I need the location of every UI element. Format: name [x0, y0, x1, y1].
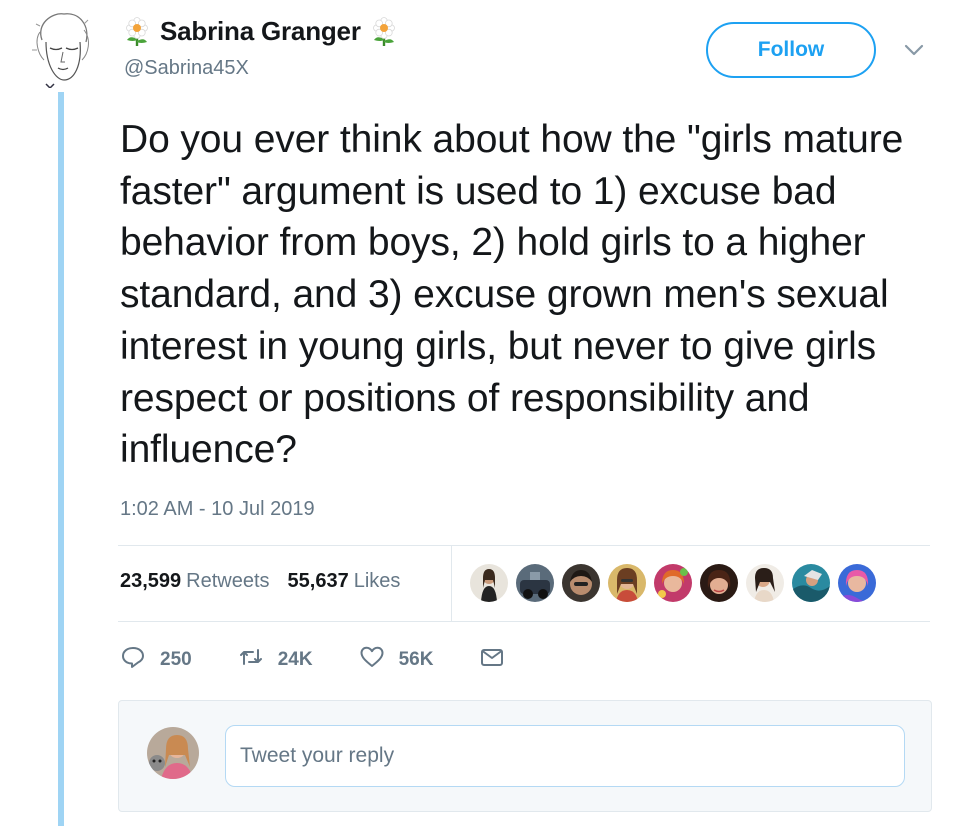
liker-avatar[interactable] — [470, 564, 508, 602]
heart-icon — [359, 644, 385, 675]
thread-line — [58, 92, 64, 826]
like-action[interactable]: 56K — [359, 644, 434, 675]
tweet-actions: 250 24K 56K — [120, 644, 551, 675]
reply-count: 250 — [160, 648, 192, 670]
follow-button[interactable]: Follow — [706, 22, 876, 78]
liker-avatar[interactable] — [654, 564, 692, 602]
display-name[interactable]: Sabrina Granger — [160, 16, 361, 47]
retweet-action[interactable]: 24K — [238, 644, 313, 675]
retweets-stat[interactable]: 23,599 Retweets — [120, 570, 270, 593]
liker-avatar[interactable] — [516, 564, 554, 602]
liker-avatars — [470, 564, 884, 602]
divider — [451, 546, 452, 622]
tweet-stats: 23,599 Retweets 55,637 Likes — [120, 570, 418, 593]
reply-input[interactable] — [225, 725, 905, 787]
liker-avatar[interactable] — [608, 564, 646, 602]
author-avatar[interactable] — [28, 10, 96, 90]
divider — [118, 545, 930, 546]
liker-avatar[interactable] — [838, 564, 876, 602]
author-handle[interactable]: @Sabrina45X — [124, 57, 249, 80]
author-name-row[interactable]: Sabrina Granger — [124, 16, 397, 47]
reply-composer — [118, 700, 932, 812]
flower-icon — [371, 16, 397, 47]
like-count: 56K — [398, 648, 434, 670]
retweets-label: Retweets — [186, 570, 270, 592]
envelope-icon — [479, 644, 505, 675]
likes-count: 55,637 — [287, 570, 349, 592]
likes-stat[interactable]: 55,637 Likes — [288, 570, 401, 593]
flower-icon — [124, 16, 150, 47]
liker-avatar[interactable] — [792, 564, 830, 602]
retweet-count: 24K — [277, 648, 313, 670]
divider — [118, 621, 930, 622]
liker-avatar[interactable] — [746, 564, 784, 602]
direct-message-action[interactable] — [479, 644, 505, 675]
current-user-avatar[interactable] — [147, 727, 199, 779]
retweet-icon — [238, 644, 264, 675]
liker-avatar[interactable] — [700, 564, 738, 602]
reply-action[interactable]: 250 — [120, 644, 192, 675]
likes-label: Likes — [353, 570, 401, 592]
author-avatar-drawing — [32, 13, 89, 90]
retweets-count: 23,599 — [120, 570, 182, 592]
tweet-text: Do you ever think about how the "girls m… — [120, 118, 904, 472]
tweet-timestamp[interactable]: 1:02 AM - 10 Jul 2019 — [120, 498, 315, 521]
chevron-down-icon[interactable] — [902, 40, 926, 60]
reply-icon — [120, 644, 146, 675]
liker-avatar[interactable] — [562, 564, 600, 602]
